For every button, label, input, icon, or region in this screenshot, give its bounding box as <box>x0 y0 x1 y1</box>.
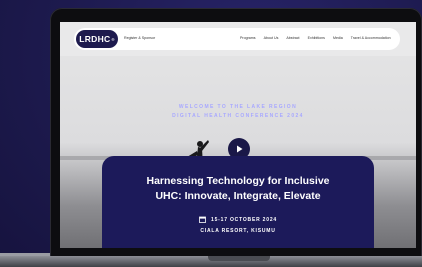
title-line-1: Harnessing Technology for Inclusive <box>146 175 330 187</box>
event-date: 15-17 OCTOBER 2024 <box>102 216 374 223</box>
nav-link-media[interactable]: Media <box>333 36 343 40</box>
event-date-text: 15-17 OCTOBER 2024 <box>211 216 277 223</box>
nav-link-travel[interactable]: Travel & Accommodation <box>351 36 391 40</box>
nav-link-abstract[interactable]: Abstract <box>286 36 299 40</box>
nav-link-programs[interactable]: Programs <box>240 36 256 40</box>
site-logo[interactable]: LRDHC ® <box>76 30 118 48</box>
logo-text: LRDHC <box>79 34 111 44</box>
welcome-line-1: WELCOME TO THE LAKE REGION <box>178 104 298 110</box>
play-icon <box>237 145 243 153</box>
top-navbar: LRDHC ® Register & Sponsor Programs About… <box>74 28 400 50</box>
title-line-2: UHC: Innovate, Integrate, Elevate <box>155 190 321 202</box>
laptop-screen: WELCOME TO THE LAKE REGION DIGITAL HEALT… <box>60 22 416 248</box>
conference-theme-title: Harnessing Technology for Inclusive UHC:… <box>102 174 374 204</box>
conference-theme-card: Harnessing Technology for Inclusive UHC:… <box>102 156 374 248</box>
laptop-notch <box>208 256 270 261</box>
nav-link-exhibitions[interactable]: Exhibitions <box>308 36 325 40</box>
nav-link-about-us[interactable]: About Us <box>264 36 279 40</box>
logo-mark: ® <box>111 36 115 42</box>
welcome-line-2: DIGITAL HEALTH CONFERENCE 2024 <box>172 113 304 119</box>
event-venue: CIALA RESORT, KISUMU <box>200 228 276 234</box>
register-sponsor-link[interactable]: Register & Sponsor <box>124 36 155 40</box>
nav-links: Programs About Us Abstract Exhibitions M… <box>240 36 391 40</box>
calendar-icon <box>199 216 206 223</box>
